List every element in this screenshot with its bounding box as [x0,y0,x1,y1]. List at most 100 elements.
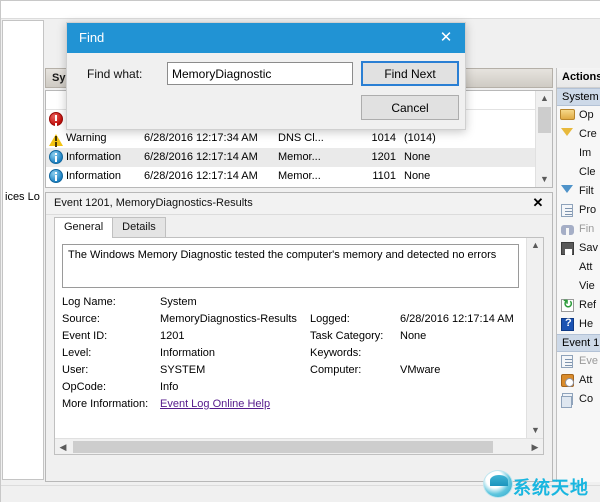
find-what-input[interactable] [167,62,353,85]
cell-level: Warning [66,132,107,144]
action-item-system-11[interactable]: He [557,315,600,334]
action-item-system-0[interactable]: Op [557,106,600,125]
field-label-secondary: Task Category: [310,330,384,342]
detail-vertical-scrollbar[interactable]: ▲ ▼ [526,238,543,438]
find-icon-glyph [561,225,574,238]
event-list-vertical-scrollbar[interactable]: ▲ ▼ [535,91,552,187]
field-value: SYSTEM [160,364,206,376]
field-label-secondary: Keywords: [310,347,362,359]
table-row[interactable]: Warning 6/28/2016 12:17:34 AM DNS Cl... 101… [46,129,536,148]
find-dialog-title: Find [79,30,105,45]
scroll-up-icon[interactable]: ▲ [536,91,552,106]
action-item-label: Pro [579,204,597,216]
find-next-button[interactable]: Find Next [361,61,459,86]
field-value: Information [160,347,216,359]
field-label: User: [62,364,89,376]
field-row: Event ID: 1201 Task Category: None [62,330,521,347]
action-item-label: Cle [579,166,596,178]
tab-general[interactable]: General [54,217,114,238]
field-label-secondary: Logged: [310,313,350,325]
event-properties-icon [560,354,575,369]
tab-details[interactable]: Details [112,217,166,238]
action-item-system-3[interactable]: Cle [557,163,600,182]
field-value-secondary: VMware [400,364,441,376]
tab-general-label: General [64,221,104,233]
field-value: MemoryDiagnostics-Results [160,313,297,325]
refresh-icon [560,297,575,313]
action-item-system-6: Fin [557,220,600,239]
action-item-system-5[interactable]: Pro [557,201,600,220]
action-item-label: Att [579,374,593,386]
action-item-label: He [579,318,594,330]
scroll-left-icon[interactable]: ◀ [55,439,71,455]
event-detail-header: Event 1201, MemoryDiagnostics-Results ✕ [46,193,552,215]
action-item-label: Cre [579,128,597,140]
event-general-panel: The Windows Memory Diagnostic tested the… [54,237,544,455]
save-icon-glyph [561,242,574,255]
refresh-icon-glyph [561,297,574,312]
action-item-system-2[interactable]: Im [557,144,600,163]
event-fields: Log Name: System Source: MemoryDiagnostics-… [62,296,521,452]
actions-group-event: Event 1 [557,334,600,352]
open-folder-icon-glyph [560,109,575,120]
properties-icon-glyph [561,204,573,217]
action-item-label: Att [579,261,593,273]
information-icon [49,169,63,183]
scroll-down-icon[interactable]: ▼ [536,172,552,187]
actions-pane-header: Actions [557,68,600,88]
action-item-label: Co [579,393,594,405]
action-item-system-1[interactable]: Cre [557,125,600,144]
properties-icon [560,203,575,218]
attach-task-icon-glyph [561,374,574,387]
scroll-right-icon[interactable]: ▶ [527,439,543,455]
cancel-button[interactable]: Cancel [361,95,459,120]
close-icon[interactable]: ✕ [427,23,465,53]
detail-horizontal-scrollbar[interactable]: ◀ ▶ [55,438,543,454]
table-row[interactable]: Information 6/28/2016 12:17:14 AM Memor...… [46,148,536,167]
find-dialog-titlebar: Find ✕ [67,23,465,53]
event-detail-pane: Event 1201, MemoryDiagnostics-Results ✕ … [45,192,553,482]
find-icon [560,222,575,238]
cell-event-id: 1101 [372,170,396,182]
cell-task-category: None [404,170,431,182]
action-item-system-4[interactable]: Filt [557,182,600,201]
screenshot-root: ices Lo Syst Lev EWarning6/28/2016 12:17… [0,0,600,502]
table-row[interactable]: Information 6/28/2016 12:17:14 AM Memor...… [46,167,536,186]
cell-level: Information [66,151,122,163]
event-log-online-help-link[interactable]: Event Log Online Help [160,398,270,410]
event-message-text: The Windows Memory Diagnostic tested the… [62,244,519,288]
save-icon [560,241,575,256]
scrollbar-thumb[interactable] [538,107,551,133]
attach-task-icon [560,373,575,388]
find-dialog: Find ✕ Find what: Find Next Cancel [66,22,466,130]
field-row: Log Name: System [62,296,521,313]
action-item-system-7[interactable]: Sav [557,239,600,258]
scroll-down-icon[interactable]: ▼ [527,423,544,438]
action-item-label: Op [579,109,594,121]
action-item-system-10[interactable]: Ref [557,296,600,315]
open-folder-icon [560,108,575,123]
action-item-system-8[interactable]: Att [557,258,600,277]
action-item-event-0: Eve [557,352,600,371]
field-label: Source: [62,313,100,325]
center-pane: Syst Lev EWarning6/28/2016 12:17:34 AMDN… [45,68,553,482]
close-icon[interactable]: ✕ [531,196,545,210]
cell-source: Memor... [278,170,321,182]
field-label: Log Name: [62,296,116,308]
scroll-up-icon[interactable]: ▲ [527,238,544,253]
create-view-icon [560,127,575,142]
field-row: OpCode: Info [62,381,521,398]
action-item-event-2[interactable]: Co [557,390,600,409]
action-item-system-9[interactable]: Vie [557,277,600,296]
field-value-secondary: None [400,330,427,342]
event-detail-title: Event 1201, MemoryDiagnostics-Results [54,197,253,209]
field-label-secondary: Computer: [310,364,362,376]
field-value: System [160,296,197,308]
action-item-event-1[interactable]: Att [557,371,600,390]
tree-item-services-logs[interactable]: ices Lo [5,191,40,203]
field-label: Event ID: [62,330,108,342]
scrollbar-thumb[interactable] [73,441,493,453]
field-value: Info [160,381,179,393]
console-tree-pane[interactable]: ices Lo [2,20,44,480]
action-item-label: Ref [579,299,597,311]
